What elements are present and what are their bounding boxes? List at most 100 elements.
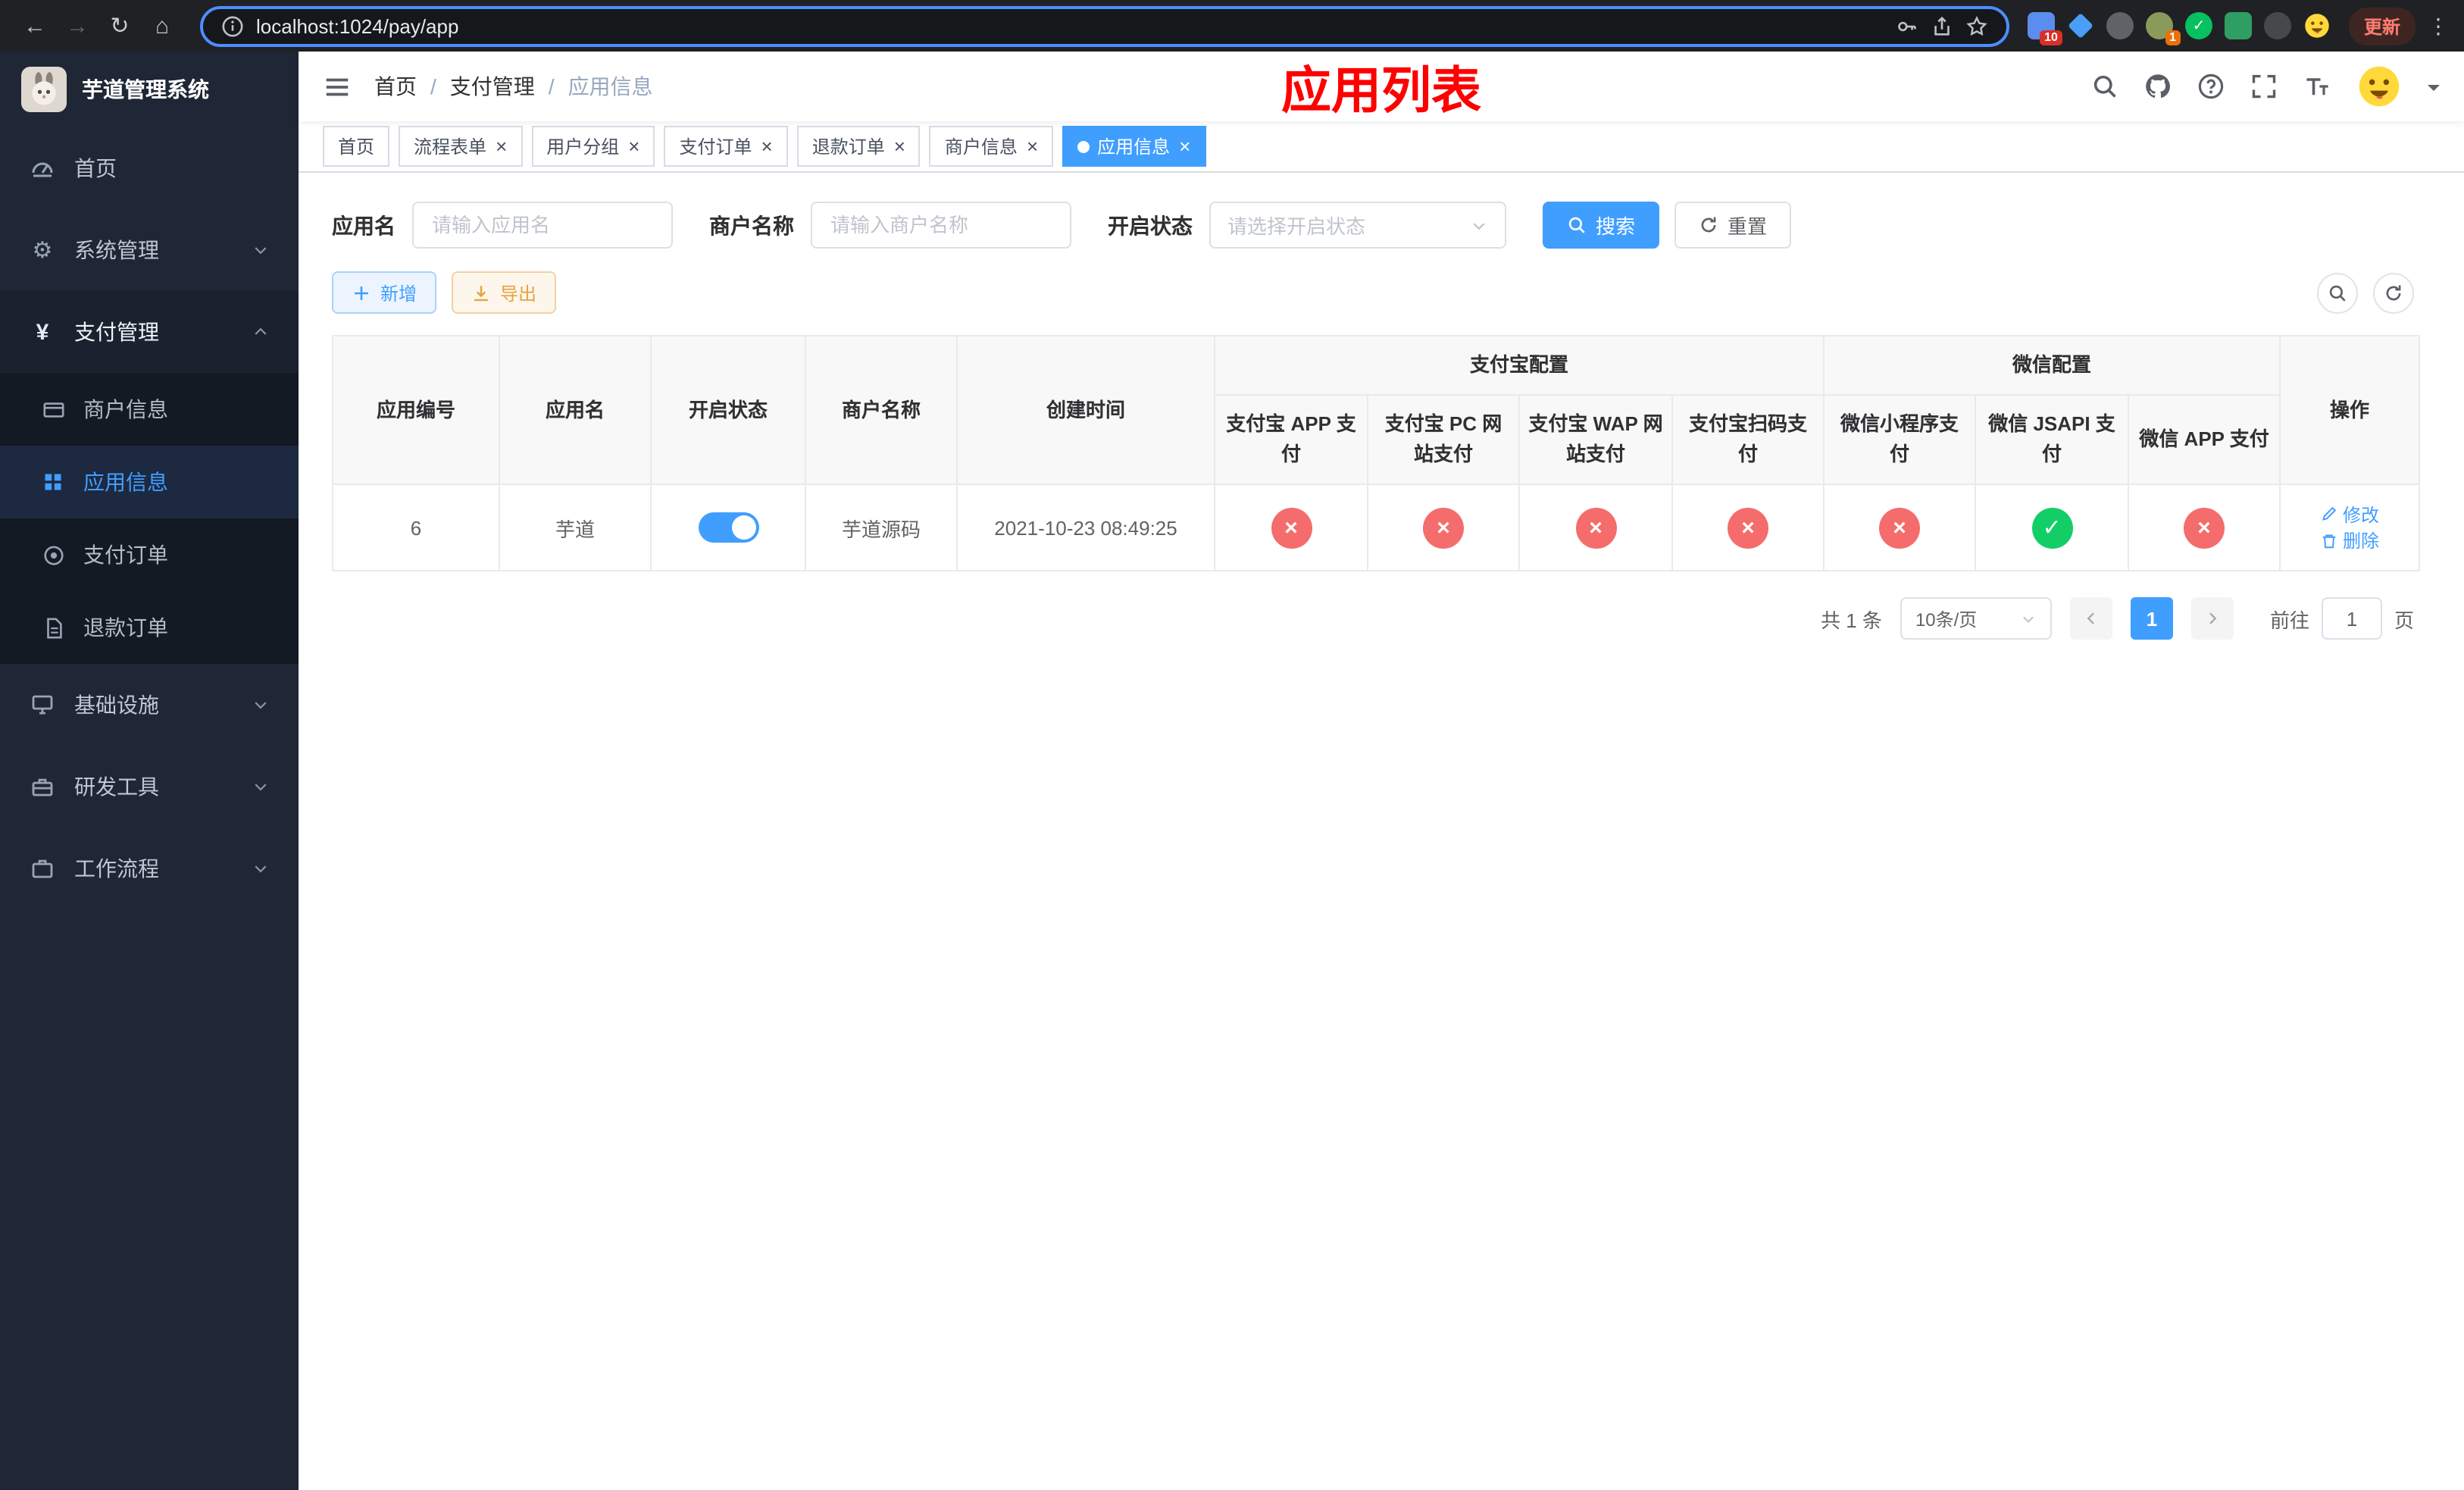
toggle-search-button[interactable] <box>2317 272 2358 313</box>
tab-close-icon[interactable]: × <box>628 136 639 156</box>
tab-label: 退款订单 <box>811 136 885 158</box>
sidebar-fold-icon[interactable] <box>323 72 352 101</box>
font-size-icon[interactable] <box>2303 73 2331 100</box>
forward-button[interactable]: → <box>58 6 97 45</box>
cell-created: 2021-10-23 08:49:25 <box>956 484 1215 572</box>
page-size-select[interactable]: 10条/页 <box>1900 597 2052 640</box>
merchant-name-input[interactable] <box>811 202 1071 249</box>
back-button[interactable]: ← <box>15 6 55 45</box>
sidebar-item-label: 工作流程 <box>74 856 159 881</box>
sub-header-alipay-app: 支付宝 APP 支付 <box>1214 394 1368 486</box>
sidebar-item-payment[interactable]: ¥ 支付管理 <box>0 291 299 373</box>
tab-app-info[interactable]: 应用信息 × <box>1062 126 1206 167</box>
sidebar-item-app-info[interactable]: 应用信息 <box>0 446 299 518</box>
navbar-actions <box>2091 64 2440 109</box>
col-header-name: 应用名 <box>499 334 652 486</box>
tab-merchant-info[interactable]: 商户信息 × <box>929 126 1054 167</box>
tab-label: 应用信息 <box>1097 136 1171 158</box>
extension-book-icon[interactable] <box>2224 12 2252 39</box>
reload-button[interactable]: ↻ <box>100 6 139 45</box>
sidebar-item-pay-orders[interactable]: 支付订单 <box>0 518 299 591</box>
tab-home[interactable]: 首页 <box>323 126 390 167</box>
tab-close-icon[interactable]: × <box>761 136 773 156</box>
tab-refund-orders[interactable]: 退款订单 × <box>796 126 921 167</box>
channel-status-icon: × <box>1879 507 1921 549</box>
add-button[interactable]: 新增 <box>332 271 437 314</box>
table-row: 6 芋道 芋道源码 2021-10-23 08:49:25 × × × × × <box>332 484 2421 572</box>
sidebar-item-label: 支付管理 <box>74 320 159 344</box>
fullscreen-icon[interactable] <box>2250 73 2278 100</box>
page-number-button[interactable]: 1 <box>2130 597 2173 640</box>
edit-link[interactable]: 修改 <box>2320 502 2379 527</box>
search-icon[interactable] <box>2091 73 2118 100</box>
sidebar-item-system[interactable]: ⚙ 系统管理 <box>0 209 299 291</box>
site-info-icon[interactable] <box>221 14 244 37</box>
active-tab-dot <box>1077 140 1090 152</box>
sidebar-item-refund-orders[interactable]: 退款订单 <box>0 591 299 664</box>
app-name-input[interactable] <box>412 202 673 249</box>
extension-diamond-icon[interactable] <box>2067 12 2094 39</box>
user-avatar[interactable] <box>2356 64 2402 109</box>
sidebar-item-label: 商户信息 <box>83 397 168 421</box>
extension-blocks-icon[interactable]: 10 <box>2027 12 2062 45</box>
sidebar-item-label: 研发工具 <box>74 775 159 799</box>
tab-user-group[interactable]: 用户分组 × <box>531 126 655 167</box>
refresh-table-button[interactable] <box>2373 272 2414 313</box>
sidebar-item-dev-tools[interactable]: 研发工具 <box>0 746 299 828</box>
prev-page-button[interactable] <box>2069 597 2112 640</box>
group-header-alipay: 支付宝配置 <box>1213 334 1825 396</box>
tab-close-icon[interactable]: × <box>1179 136 1190 156</box>
avatar-caret-icon[interactable] <box>2428 84 2440 96</box>
export-button-label: 导出 <box>500 283 537 304</box>
extension-globe-icon[interactable] <box>2106 12 2134 39</box>
tab-close-icon[interactable]: × <box>1027 136 1038 156</box>
reset-button-label: 重置 <box>1728 215 1768 238</box>
url-text[interactable]: localhost:1024/pay/app <box>256 14 458 37</box>
help-icon[interactable] <box>2197 73 2225 100</box>
bookmark-star-icon[interactable] <box>1965 14 1988 37</box>
table-toolbar: 新增 导出 <box>299 249 2464 314</box>
tab-process-form[interactable]: 流程表单 × <box>399 126 523 167</box>
breadcrumb-home[interactable]: 首页 <box>374 71 417 102</box>
sidebar-item-merchant-info[interactable]: 商户信息 <box>0 373 299 446</box>
sidebar-item-label: 应用信息 <box>83 470 168 494</box>
enable-toggle[interactable] <box>698 512 758 543</box>
tab-label: 支付订单 <box>679 136 752 158</box>
table-container: 应用编号 应用名 开启状态 商户名称 创建时间 支付宝配置 微信配置 操作 支付… <box>299 314 2464 572</box>
card-icon <box>41 397 65 421</box>
chevron-down-icon <box>252 859 270 878</box>
github-icon[interactable] <box>2144 73 2172 100</box>
chrome-update-button[interactable]: 更新 <box>2348 7 2416 45</box>
sidebar-item-workflow[interactable]: 工作流程 <box>0 828 299 909</box>
tab-close-icon[interactable]: × <box>894 136 905 156</box>
goto-label: 前往 <box>2269 609 2309 632</box>
extension-check-icon[interactable]: ✓ <box>2184 12 2212 39</box>
extension-badge: 1 <box>2165 30 2181 45</box>
share-icon[interactable] <box>1931 14 1953 37</box>
search-button-label: 搜索 <box>1596 215 1636 238</box>
sidebar-item-infrastructure[interactable]: 基础设施 <box>0 664 299 746</box>
extension-avatar-icon[interactable]: 1 <box>2145 12 2181 45</box>
breadcrumb-payment[interactable]: 支付管理 <box>450 71 535 102</box>
extension-emoji-icon[interactable] <box>2303 12 2331 39</box>
goto-page-input[interactable] <box>2321 597 2382 640</box>
password-key-icon[interactable] <box>1896 14 1918 37</box>
browser-menu-icon[interactable]: ⋮ <box>2428 13 2449 39</box>
reset-button[interactable]: 重置 <box>1674 202 1792 249</box>
search-button[interactable]: 搜索 <box>1543 202 1660 249</box>
export-button[interactable]: 导出 <box>452 271 557 314</box>
tab-close-icon[interactable]: × <box>496 136 507 156</box>
extension-badge: 10 <box>2040 30 2062 45</box>
sidebar-item-home[interactable]: 首页 <box>0 127 299 209</box>
next-page-button[interactable] <box>2190 597 2234 640</box>
delete-link[interactable]: 删除 <box>2320 528 2379 554</box>
home-button[interactable]: ⌂ <box>142 6 182 45</box>
grid-icon <box>41 470 65 494</box>
sidebar: 芋道管理系统 首页 ⚙ 系统管理 ¥ 支付管理 商户信息 应用信息 支付订单 退… <box>0 52 299 1490</box>
disc-icon <box>41 543 65 567</box>
address-bar[interactable]: localhost:1024/pay/app <box>200 5 2009 46</box>
file-icon <box>41 615 65 640</box>
tab-pay-orders[interactable]: 支付订单 × <box>664 126 788 167</box>
status-select[interactable]: 请选择开启状态 <box>1209 202 1506 249</box>
extension-puzzle-icon[interactable] <box>2263 12 2291 39</box>
